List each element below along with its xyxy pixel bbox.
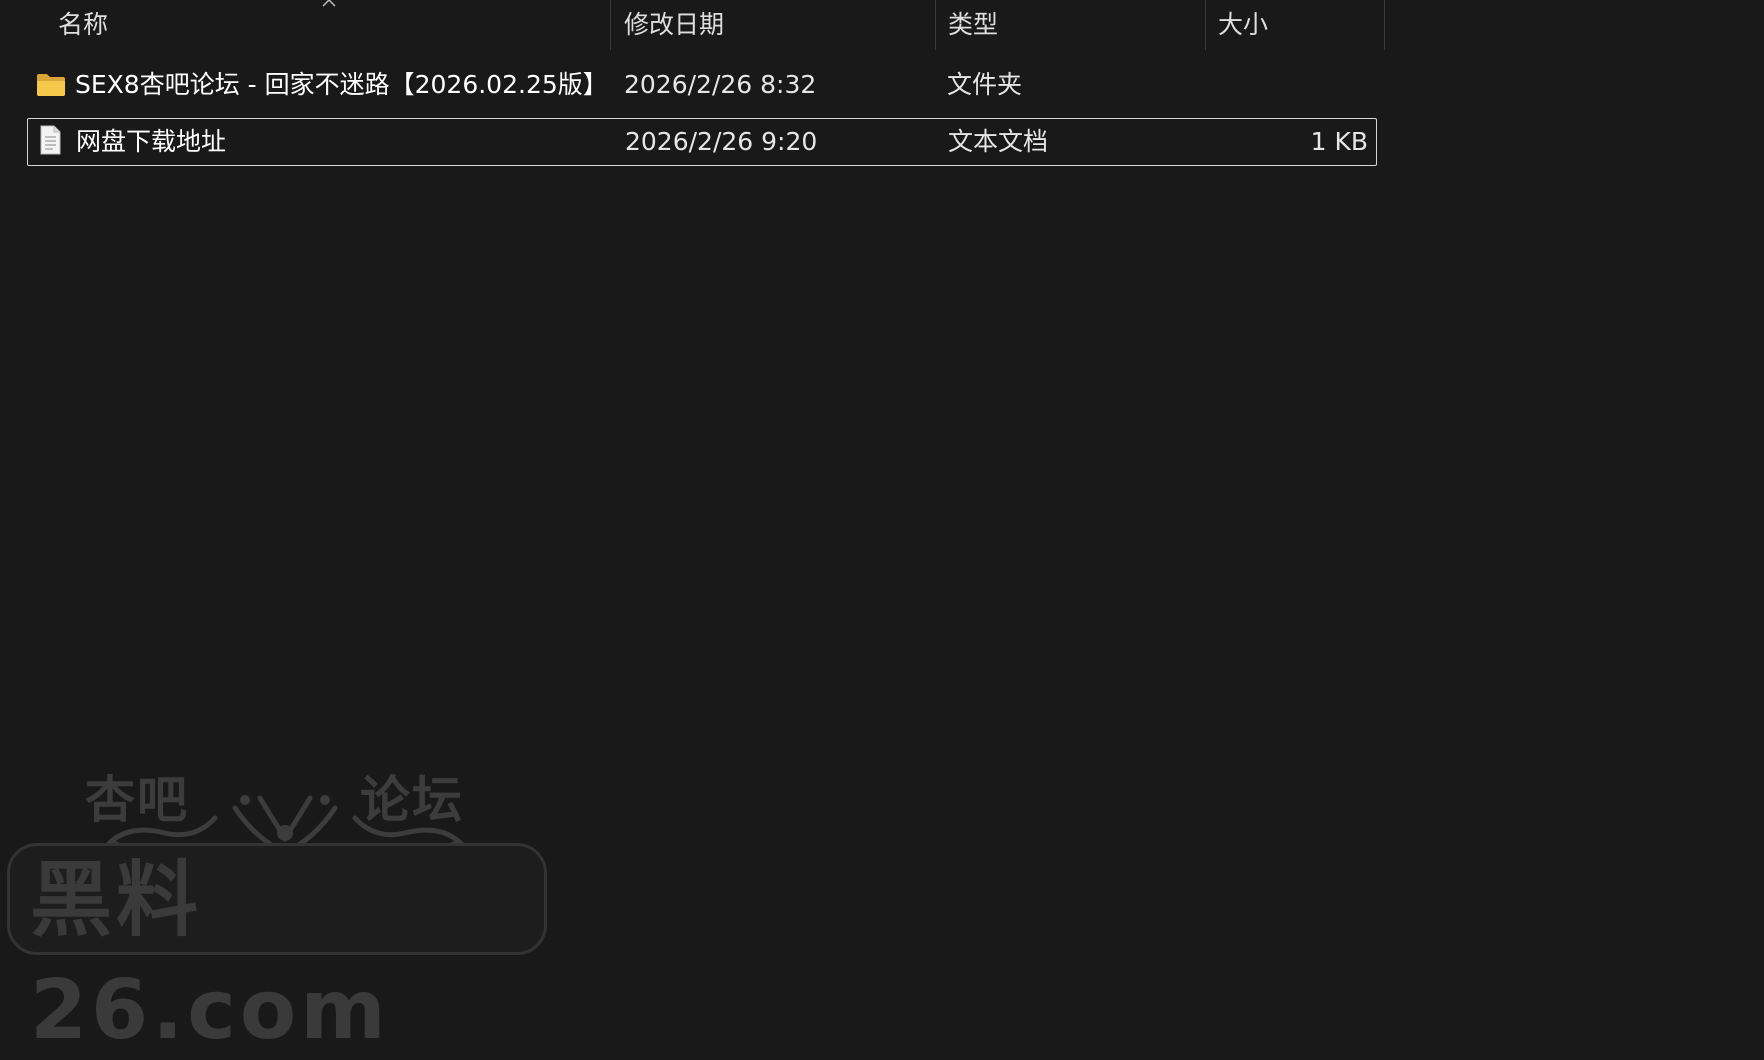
column-name-header[interactable]: 名称	[0, 0, 610, 50]
sort-ascending-icon	[322, 0, 336, 7]
file-row-selected[interactable]: 网盘下载地址 2026/2/26 9:20 文本文档 1 KB	[27, 118, 1377, 166]
file-name: SEX8杏吧论坛 - 回家不迷路【2026.02.25版】	[75, 70, 608, 99]
column-size-label: 大小	[1218, 10, 1269, 39]
column-type-header[interactable]: 类型	[935, 0, 1205, 50]
column-header: 名称 修改日期 类型 大小	[0, 0, 1385, 50]
file-row[interactable]: SEX8杏吧论坛 - 回家不迷路【2026.02.25版】 2026/2/26 …	[27, 62, 1377, 110]
file-name: 网盘下载地址	[76, 127, 227, 156]
watermark-main-text: 黑料26.com	[30, 853, 390, 1058]
column-type-label: 类型	[948, 10, 999, 39]
text-file-icon	[37, 119, 67, 165]
file-explorer: 名称 修改日期 类型 大小 SEX8杏吧论坛 - 回家不迷路【2026.02.2…	[0, 0, 1764, 1060]
column-date-label: 修改日期	[624, 10, 725, 39]
watermark-logo: 杏吧 论坛 黑料26.com	[5, 760, 550, 1058]
file-modified-date: 2026/2/26 9:20	[625, 127, 818, 156]
file-modified-date: 2026/2/26 8:32	[624, 70, 817, 99]
column-date-header[interactable]: 修改日期	[610, 0, 935, 50]
file-type: 文本文档	[948, 127, 1049, 156]
file-size: 1 KB	[1310, 127, 1368, 156]
column-size-header[interactable]: 大小	[1205, 0, 1385, 50]
file-type: 文件夹	[947, 70, 1023, 99]
folder-icon	[36, 62, 66, 108]
column-name-label: 名称	[58, 10, 109, 39]
